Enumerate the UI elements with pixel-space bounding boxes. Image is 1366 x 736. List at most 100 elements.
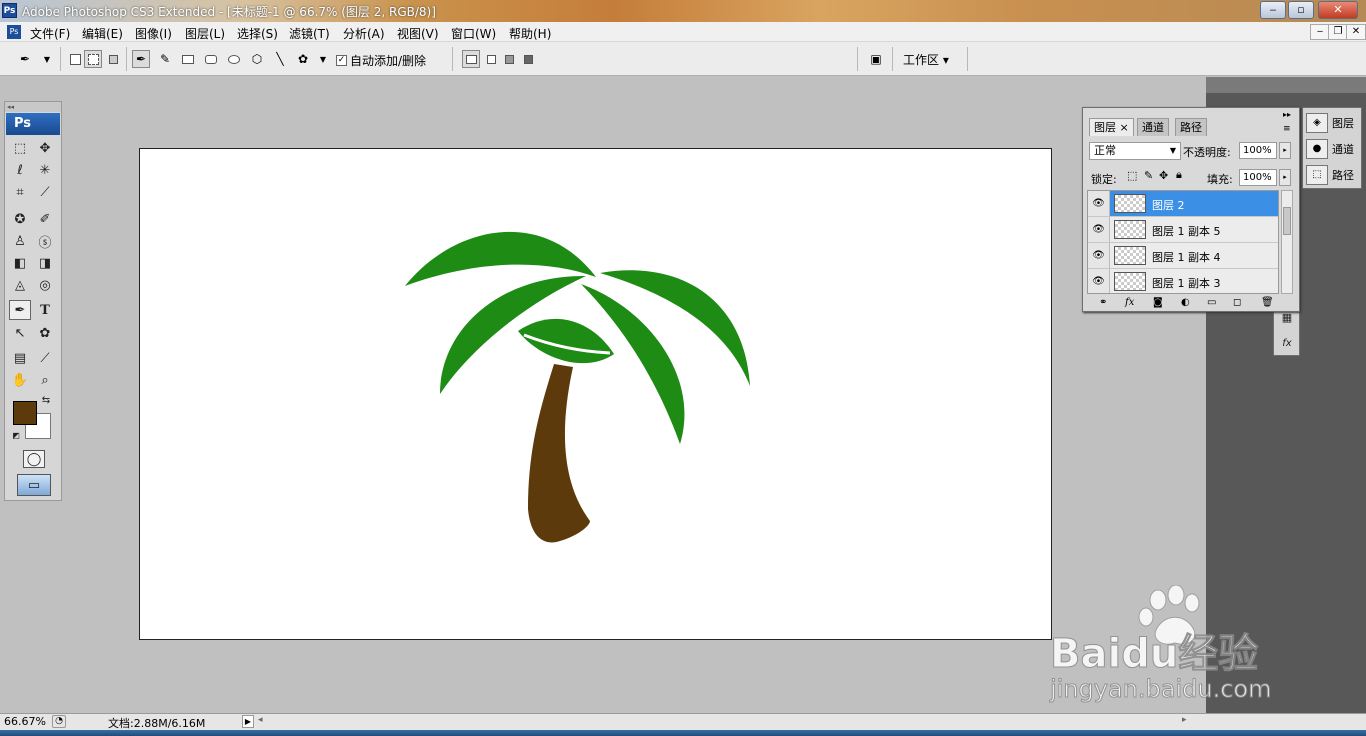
doc-close-button[interactable]: ✕ bbox=[1346, 24, 1366, 40]
eyedropper-icon[interactable]: ⟋ bbox=[34, 348, 56, 368]
clone-stamp-icon[interactable]: ♙ bbox=[9, 231, 31, 251]
lasso-tool-icon[interactable]: ℓ bbox=[9, 160, 31, 180]
add-layer-style-icon[interactable]: fx bbox=[1125, 297, 1134, 308]
menu-window[interactable]: 窗口(W) bbox=[451, 25, 496, 42]
dodge-tool-icon[interactable]: ◎ bbox=[34, 275, 56, 295]
gradient-tool-icon[interactable]: ◨ bbox=[34, 253, 56, 273]
menu-analysis[interactable]: 分析(A) bbox=[343, 25, 385, 42]
healing-brush-icon[interactable]: ✪ bbox=[9, 209, 31, 229]
visibility-eye-icon[interactable]: 👁︎ bbox=[1088, 243, 1110, 268]
marquee-tool-icon[interactable]: ⬚ bbox=[9, 138, 31, 158]
default-colors-icon[interactable]: ◩ bbox=[9, 428, 23, 442]
menu-help[interactable]: 帮助(H) bbox=[509, 25, 551, 42]
panel-collapse-icon[interactable]: ▸▸ bbox=[1283, 110, 1291, 119]
menu-edit[interactable]: 编辑(E) bbox=[82, 25, 123, 42]
new-layer-icon[interactable]: ◻ bbox=[1233, 297, 1241, 308]
layer-row[interactable]: 👁︎ 图层 1 副本 4 bbox=[1088, 243, 1278, 269]
auto-add-delete-checkbox[interactable]: ✓ 自动添加/删除 bbox=[336, 52, 426, 69]
exclude-path-icon[interactable] bbox=[519, 50, 537, 68]
fill-slider-button[interactable]: ▸ bbox=[1279, 169, 1291, 186]
tab-paths[interactable]: 路径 bbox=[1175, 118, 1207, 136]
pen-icon[interactable]: ✒ bbox=[132, 50, 150, 68]
delete-layer-icon[interactable]: 🗑︎ bbox=[1261, 297, 1274, 308]
shape-dropdown-icon[interactable]: ▼ bbox=[314, 50, 332, 68]
blend-mode-select[interactable]: 正常 ▼ bbox=[1089, 142, 1181, 160]
visibility-eye-icon[interactable]: 👁︎ bbox=[1088, 217, 1110, 242]
scroll-right-icon[interactable]: ▸ bbox=[1182, 715, 1187, 725]
maximize-button[interactable]: ▫ bbox=[1288, 1, 1314, 19]
shape-layers-icon[interactable] bbox=[66, 50, 84, 68]
ps-badge[interactable]: Ps bbox=[6, 113, 60, 135]
visibility-eye-icon[interactable]: 👁︎ bbox=[1088, 191, 1110, 216]
menu-view[interactable]: 视图(V) bbox=[397, 25, 439, 42]
document-icon[interactable]: Ps bbox=[7, 25, 21, 39]
layer-row[interactable]: 👁︎ 图层 1 副本 3 bbox=[1088, 269, 1278, 293]
blur-tool-icon[interactable]: ◬ bbox=[9, 275, 31, 295]
menu-filter[interactable]: 滤镜(T) bbox=[289, 25, 330, 42]
intersect-path-icon[interactable] bbox=[500, 50, 518, 68]
scroll-left-icon[interactable]: ◂ bbox=[258, 715, 263, 725]
doc-minimize-button[interactable]: ‒ bbox=[1310, 24, 1330, 40]
custom-shape-icon[interactable]: ✿ bbox=[294, 50, 312, 68]
notes-tool-icon[interactable]: ▤ bbox=[9, 348, 31, 368]
close-button[interactable]: ✕ bbox=[1318, 1, 1358, 19]
collapsed-layers[interactable]: ◈ 图层 bbox=[1303, 110, 1363, 135]
swap-colors-icon[interactable]: ⇆ bbox=[39, 393, 53, 407]
lock-position-icon[interactable]: ✥ bbox=[1159, 169, 1168, 182]
type-tool-icon[interactable]: T bbox=[34, 300, 56, 320]
panel-menu-icon[interactable]: ≡ bbox=[1283, 124, 1291, 134]
path-selection-icon[interactable]: ↖ bbox=[9, 323, 31, 343]
fill-pixels-icon[interactable] bbox=[104, 50, 122, 68]
menu-select[interactable]: 选择(S) bbox=[237, 25, 278, 42]
bridge-icon[interactable]: ▣ bbox=[864, 50, 888, 68]
layer-list-scrollbar[interactable] bbox=[1281, 190, 1293, 294]
crop-tool-icon[interactable]: ⌗ bbox=[9, 182, 31, 202]
collapsed-paths[interactable]: ⬚ 路径 bbox=[1303, 162, 1363, 187]
checkbox-icon[interactable]: ✓ bbox=[336, 55, 347, 66]
lock-all-icon[interactable]: 🔒︎ bbox=[1176, 168, 1182, 182]
add-mask-icon[interactable]: ◙ bbox=[1153, 297, 1163, 308]
pen-tool-preset-icon[interactable]: ✒ bbox=[16, 50, 34, 68]
menu-image[interactable]: 图像(I) bbox=[135, 25, 172, 42]
freeform-pen-icon[interactable]: ✎ bbox=[156, 50, 174, 68]
fill-input[interactable]: 100% bbox=[1239, 169, 1277, 186]
dock-header[interactable] bbox=[1206, 77, 1366, 93]
polygon-shape-icon[interactable]: ⬡ bbox=[248, 50, 266, 68]
history-brush-icon[interactable]: ⓢ bbox=[34, 231, 56, 251]
menu-layer[interactable]: 图层(L) bbox=[185, 25, 225, 42]
fx-icon[interactable]: fx bbox=[1276, 333, 1298, 353]
scrollbar-thumb[interactable] bbox=[1283, 207, 1291, 235]
toolbox-grip[interactable]: ◂◂ bbox=[5, 102, 61, 112]
preset-dropdown-icon[interactable]: ▼ bbox=[38, 50, 56, 68]
move-tool-icon[interactable]: ✥ bbox=[34, 138, 56, 158]
opacity-input[interactable]: 100% bbox=[1239, 142, 1277, 159]
opacity-slider-button[interactable]: ▸ bbox=[1279, 142, 1291, 159]
custom-shape-tool-icon[interactable]: ✿ bbox=[34, 323, 56, 343]
collapsed-channels[interactable]: ● 通道 bbox=[1303, 136, 1363, 161]
status-menu-arrow-icon[interactable]: ▶ bbox=[242, 715, 254, 728]
paths-mode-icon[interactable] bbox=[84, 50, 102, 68]
subtract-path-icon[interactable] bbox=[482, 50, 500, 68]
magic-wand-icon[interactable]: ✳ bbox=[34, 160, 56, 180]
quick-mask-icon[interactable]: ◯ bbox=[23, 450, 45, 468]
minimize-button[interactable]: ‒ bbox=[1260, 1, 1286, 19]
doc-restore-button[interactable]: ❐ bbox=[1328, 24, 1348, 40]
adjustment-layer-icon[interactable]: ◐ bbox=[1181, 297, 1190, 308]
add-to-path-icon[interactable] bbox=[462, 50, 480, 68]
lock-image-icon[interactable]: ✎ bbox=[1144, 169, 1153, 182]
layer-row[interactable]: 👁︎ 图层 2 bbox=[1088, 191, 1278, 217]
tab-channels[interactable]: 通道 bbox=[1137, 118, 1169, 136]
zoom-tool-icon[interactable]: ⌕ bbox=[34, 370, 56, 390]
ellipse-shape-icon[interactable] bbox=[225, 50, 243, 68]
line-shape-icon[interactable]: ╲ bbox=[271, 50, 289, 68]
link-layers-icon[interactable]: ⚭ bbox=[1099, 297, 1107, 308]
slice-tool-icon[interactable]: ⟋ bbox=[34, 182, 56, 202]
screen-mode-icon[interactable]: ▭ bbox=[17, 474, 51, 496]
zoom-level[interactable]: 66.67% bbox=[4, 715, 46, 728]
foreground-color-swatch[interactable] bbox=[13, 401, 37, 425]
document-canvas[interactable] bbox=[139, 148, 1052, 640]
new-group-icon[interactable]: ▭ bbox=[1207, 297, 1216, 308]
eraser-tool-icon[interactable]: ◧ bbox=[9, 253, 31, 273]
tab-layers[interactable]: 图层 × bbox=[1089, 118, 1134, 136]
rounded-rectangle-icon[interactable] bbox=[202, 50, 220, 68]
